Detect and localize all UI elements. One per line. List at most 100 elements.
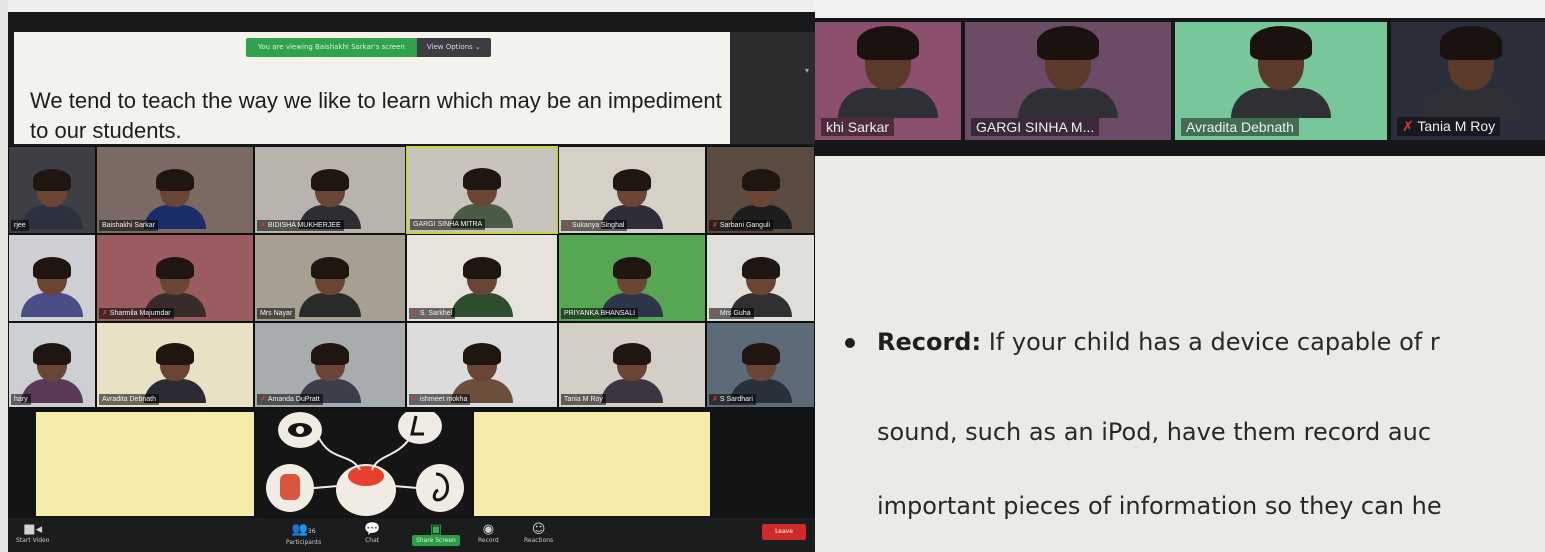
participant-tile[interactable]: ✗ ishmeet mokha (406, 322, 558, 408)
participant-face (1037, 26, 1099, 90)
participant-name-text: Mrs Guha (719, 310, 751, 317)
participant-name: Mrs Nayar (257, 308, 296, 319)
participant-name-text: Mrs Nayar (260, 310, 293, 317)
participant-face (613, 169, 651, 207)
pin-icon[interactable]: ▾ (805, 66, 809, 75)
reactions-icon: ☺ (531, 522, 546, 537)
participant-tile[interactable]: ✗ Mrs Guha (706, 234, 815, 322)
participant-tile[interactable]: PRIYANKA BHANSALI (558, 234, 706, 322)
mic-muted-icon: ✗ (260, 222, 266, 229)
participant-tile[interactable]: ✗ S. Sarkhel (406, 234, 558, 322)
participant-face (1440, 26, 1502, 90)
participant-tile[interactable]: ✗ S Sardhari (706, 322, 815, 408)
mic-muted-icon: ✗ (1402, 118, 1418, 134)
participant-face (156, 343, 194, 381)
participant-tile[interactable]: GARGI SINHA MITRA (406, 146, 558, 234)
participant-name-text: ishmeet mokha (419, 396, 468, 403)
participant-name-text: Sukanya Singhal (571, 222, 625, 229)
participant-name: ✗ S. Sarkhel (409, 308, 456, 319)
participant-face (156, 257, 194, 295)
participant-face (463, 168, 501, 206)
participant-name-text: Tania M Roy (564, 396, 603, 403)
participant-name: hary (11, 394, 31, 405)
speaker-tile[interactable]: Avradita Debnath (1175, 22, 1387, 140)
participant-name: ✗ Sukanya Singhal (561, 220, 628, 231)
participant-name-text: Sarbani Ganguli (719, 222, 771, 229)
view-options-button[interactable]: View Options ⌄ (416, 38, 491, 57)
share-screen-button[interactable]: ▣ Share Screen (412, 522, 460, 546)
participant-tile[interactable]: ✗ BIDISHA MUKHERJEE (254, 146, 406, 234)
participant-tile[interactable]: ✗ Sarbani Ganguli (706, 146, 815, 234)
participant-name: PRIYANKA BHANSALI (561, 308, 639, 319)
mic-muted-icon: ✗ (564, 222, 570, 229)
participant-video (21, 257, 83, 317)
participant-face (156, 169, 194, 207)
senses-icon (266, 412, 464, 516)
participant-name-text: Amanda DuPratt (267, 396, 320, 403)
participant-video (1018, 26, 1118, 118)
monitor-bezel (815, 0, 1545, 18)
speaker-tile[interactable]: ✗ Tania M Roy (1391, 22, 1545, 140)
participant-name-text: BIDISHA MUKHERJEE (267, 222, 341, 229)
reactions-button[interactable]: ☺ Reactions (524, 522, 553, 544)
participant-name: ✗ S Sardhari (709, 394, 756, 405)
participant-tile[interactable]: Mrs Nayar (254, 234, 406, 322)
participant-video (838, 26, 938, 118)
participant-video (1231, 26, 1331, 118)
side-panel: ▾ (730, 32, 815, 144)
participant-face (33, 257, 71, 295)
participant-face (613, 343, 651, 381)
mic-muted-icon: ✗ (260, 396, 266, 403)
participant-name-text: S. Sarkhel (419, 310, 453, 317)
participant-name-text: rjee (14, 222, 26, 229)
speaker-tile[interactable]: GARGI SINHA M... (965, 22, 1171, 140)
participant-body (1421, 88, 1521, 118)
participant-face (741, 257, 780, 295)
mic-muted-icon: ✗ (412, 310, 418, 317)
participant-tile[interactable]: Baishakhi Sarkar (96, 146, 254, 234)
participant-face (311, 169, 349, 207)
meeting-toolbar: ■◂ Start Video 👥36 Participants 💬 Chat ▣… (8, 518, 815, 552)
share-banner[interactable]: You are viewing Baishakhi Sarkar's scree… (246, 38, 491, 57)
record-button[interactable]: ◉ Record (478, 522, 499, 544)
mic-muted-icon: ✗ (712, 222, 718, 229)
participant-video (601, 343, 663, 403)
participant-tile[interactable]: rjee (8, 146, 96, 234)
right-photo: khi Sarkar GARGI SINHA M... Avradita Debna… (815, 0, 1545, 552)
participant-name: rjee (11, 220, 29, 231)
participant-name: ✗ Mrs Guha (709, 308, 754, 319)
participant-tile[interactable]: ✗ Sukanya Singhal (558, 146, 706, 234)
participant-name: ✗ BIDISHA MUKHERJEE (257, 220, 344, 231)
participant-tile[interactable] (8, 234, 96, 322)
participant-tile[interactable]: ✗ Sharmila Majumdar (96, 234, 254, 322)
leave-button[interactable]: Leave (762, 524, 806, 540)
participant-body (601, 379, 663, 403)
participant-video (451, 257, 513, 317)
monitor-bezel (0, 0, 815, 12)
participants-button[interactable]: 👥36 Participants (286, 522, 321, 546)
participant-video (299, 257, 361, 317)
participant-name: ✗ ishmeet mokha (409, 394, 471, 405)
bottom-row (8, 408, 815, 520)
participant-name-text: Avradita Debnath (1186, 119, 1294, 135)
slide-line: sound, such as an iPod, have them record… (877, 418, 1432, 446)
speaker-tile[interactable]: khi Sarkar (815, 22, 961, 140)
participant-tile[interactable]: ✗ Amanda DuPratt (254, 322, 406, 408)
participant-body (838, 88, 938, 118)
blank-video-tile (36, 412, 254, 516)
participant-tile[interactable]: Tania M Roy (558, 322, 706, 408)
chat-icon: 💬 (364, 522, 381, 537)
chat-button[interactable]: 💬 Chat (364, 522, 380, 544)
video-button[interactable]: ■◂ Start Video (16, 522, 49, 544)
participant-face (741, 169, 780, 207)
participant-name-text: khi Sarkar (826, 119, 890, 135)
participant-body (21, 293, 83, 317)
participant-tile[interactable]: Avradita Debnath (96, 322, 254, 408)
participant-face (33, 169, 71, 207)
participant-name-text: S Sardhari (719, 396, 753, 403)
blank-video-tile (474, 412, 710, 516)
participant-tile[interactable]: hary (8, 322, 96, 408)
participant-name: ✗ Sharmila Majumdar (99, 308, 174, 319)
shared-slide: Record: If your child has a device capab… (815, 156, 1545, 552)
record-icon: ◉ (482, 522, 495, 537)
